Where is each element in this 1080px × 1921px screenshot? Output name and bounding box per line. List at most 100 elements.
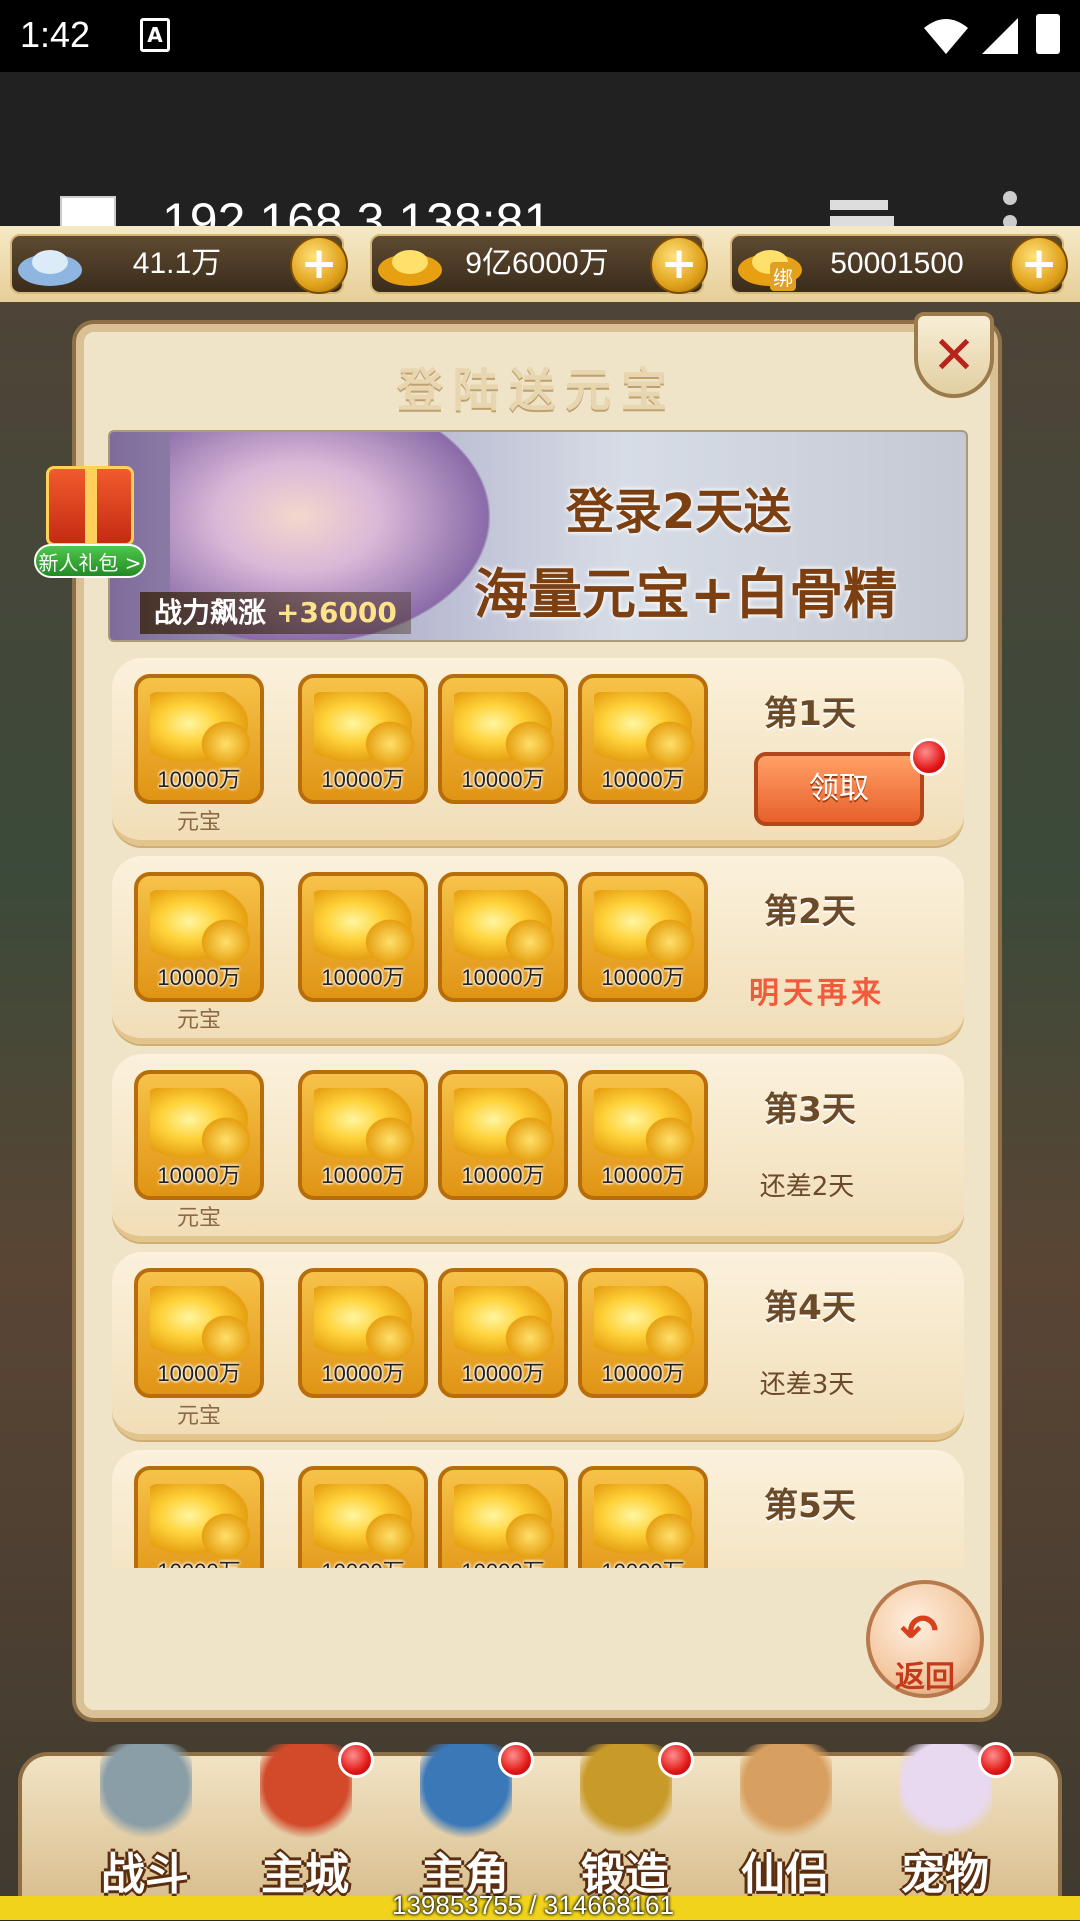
nav-label: 仙侣 (741, 1849, 829, 1900)
reward-item[interactable]: 10000万 (438, 872, 568, 1002)
add-silver-button[interactable]: + (290, 236, 348, 294)
nav-item[interactable]: 战斗 (80, 1736, 210, 1906)
notification-a-icon: A (140, 18, 170, 52)
nav-label: 战斗 (101, 1849, 189, 1900)
reward-amount: 10000万 (601, 767, 685, 792)
reward-amount: 10000万 (157, 1361, 241, 1386)
day-row: 10000万10000万10000万10000万元宝第5天还差4天 (112, 1450, 964, 1568)
reward-item[interactable]: 10000万 (578, 674, 708, 804)
gift-box-icon (46, 466, 134, 546)
reward-item-label: 元宝 (176, 810, 221, 835)
reward-item[interactable]: 10000万 (298, 1070, 428, 1200)
reward-item[interactable]: 10000万 (134, 872, 264, 1002)
reward-amount: 10000万 (461, 965, 545, 990)
reward-item[interactable]: 10000万 (298, 872, 428, 1002)
reward-item[interactable]: 10000万 (438, 674, 568, 804)
reward-item[interactable]: 10000万 (298, 1466, 428, 1568)
day-title: 第5天 (764, 1486, 856, 1526)
come-tomorrow-text: 明天再来 (749, 976, 885, 1011)
add-bound-gold-button[interactable]: + (1010, 236, 1068, 294)
notification-dot (978, 1742, 1014, 1778)
notification-dot (910, 738, 948, 776)
reward-item[interactable]: 10000万 (298, 1268, 428, 1398)
notification-dot (498, 1742, 534, 1778)
browser-toolbar: 192.168.3.138:81 (0, 72, 1080, 253)
reward-item-label: 元宝 (176, 1008, 221, 1033)
close-icon: ✕ (932, 326, 976, 386)
nav-item[interactable]: 主城 (240, 1736, 374, 1906)
reward-item[interactable]: 10000万 (134, 1268, 264, 1398)
claim-button[interactable]: 领取 (754, 752, 924, 826)
close-button[interactable]: ✕ (914, 312, 994, 398)
reward-amount: 10000万 (461, 1361, 545, 1386)
nav-icon (100, 1744, 192, 1844)
reward-amount: 10000万 (461, 767, 545, 792)
banner-line1: 登录2天送 (566, 484, 792, 540)
reward-amount: 10000万 (442, 1554, 564, 1568)
reward-amount: 10000万 (601, 1163, 685, 1188)
nav-item[interactable]: 锻造 (560, 1736, 694, 1906)
reward-amount: 10000万 (321, 965, 405, 990)
newbie-gift-button[interactable]: 新人礼包 > (30, 466, 150, 578)
nav-icon (740, 1744, 832, 1844)
promo-banner: 登录2天送 海量元宝+白骨精 战力飙涨 +36000 (108, 430, 968, 642)
nav-item[interactable]: 仙侣 (720, 1736, 850, 1906)
reward-amount: 10000万 (321, 1163, 405, 1188)
reward-amount: 10000万 (601, 965, 685, 990)
reward-amount: 10000万 (302, 1554, 424, 1568)
back-arrow-icon: ↶ (900, 1604, 939, 1658)
reward-amount: 10000万 (601, 1361, 685, 1386)
day-title: 第4天 (764, 1288, 856, 1328)
reward-item[interactable]: 10000万 (578, 872, 708, 1002)
footer-counter: 139853755 / 314668161 (392, 1890, 674, 1920)
reward-amount: 10000万 (582, 1554, 704, 1568)
reward-item[interactable]: 10000万 (578, 1070, 708, 1200)
reward-item[interactable]: 10000万 (134, 1466, 264, 1568)
notification-dot (338, 1742, 374, 1778)
footer-bar: 139853755 / 314668161 (0, 1890, 1080, 1920)
day-row: 10000万 10000万 10000万 10000万 元宝 第4天 还差3天 (112, 1252, 964, 1440)
power-value: +36000 (276, 596, 397, 629)
reward-item-label: 元宝 (176, 1404, 221, 1429)
reward-amount: 10000万 (321, 767, 405, 792)
reward-amount: 10000万 (138, 1554, 260, 1568)
days-remaining-text: 还差3天 (759, 1370, 855, 1400)
reward-item[interactable]: 10000万 (134, 1070, 264, 1200)
day-title: 第1天 (764, 694, 856, 734)
reward-item[interactable]: 10000万 (578, 1466, 708, 1568)
reward-item[interactable]: 10000万 (438, 1466, 568, 1568)
daily-reward-list[interactable]: 10000万 10000万 10000万 10000万 元宝 第1天 领取 10000万 100… (110, 658, 968, 1568)
days-remaining-text: 还差2天 (759, 1172, 855, 1202)
silver-resource: 41.1万 + (10, 234, 348, 294)
nav-label: 主城 (261, 1849, 349, 1900)
back-button[interactable]: ↶ 返回 (866, 1580, 984, 1698)
nav-item[interactable]: 主角 (400, 1736, 534, 1906)
clock: 1:42 (20, 14, 91, 55)
nav-label: 宠物 (901, 1849, 989, 1900)
signal-icon (982, 18, 1018, 54)
reward-amount: 10000万 (157, 767, 241, 792)
reward-item[interactable]: 10000万 (298, 674, 428, 804)
reward-item[interactable]: 10000万 (438, 1268, 568, 1398)
power-boost: 战力飙涨 +36000 (140, 592, 411, 634)
reward-item[interactable]: 10000万 (578, 1268, 708, 1398)
gift-label: 新人礼包 > (34, 544, 146, 578)
banner-line2: 海量元宝+白骨精 (474, 563, 898, 626)
reward-amount: 10000万 (157, 1163, 241, 1188)
status-bar: 1:42 A (0, 0, 1080, 72)
reward-item[interactable]: 10000万 (438, 1070, 568, 1200)
nav-item[interactable]: 宠物 (880, 1736, 1014, 1906)
reward-amount: 10000万 (321, 1361, 405, 1386)
back-label: 返回 (895, 1660, 955, 1695)
gold-resource: 9亿6000万 + (370, 234, 708, 294)
battery-icon (1036, 14, 1060, 54)
day-title: 第2天 (764, 892, 856, 932)
add-gold-button[interactable]: + (650, 236, 708, 294)
bound-gold-resource: 绑 50001500 + (730, 234, 1068, 294)
power-label: 战力飙涨 (154, 596, 267, 629)
reward-amount: 10000万 (157, 965, 241, 990)
reward-item[interactable]: 10000万 (134, 674, 264, 804)
day-row: 10000万 10000万 10000万 10000万 元宝 第3天 还差2天 (112, 1054, 964, 1242)
day-title: 第3天 (764, 1090, 856, 1130)
day-row: 10000万 10000万 10000万 10000万 元宝 第1天 领取 (112, 658, 964, 846)
